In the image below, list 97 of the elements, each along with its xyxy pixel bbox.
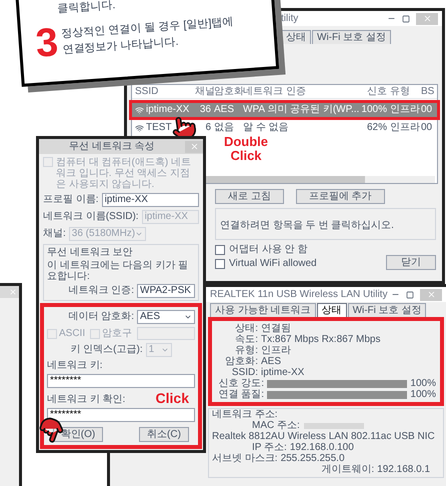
field-value: 192.168.0.100	[290, 442, 354, 453]
option-label: 암호구	[102, 328, 132, 340]
field-label: 네트워크 키:	[47, 360, 104, 371]
meter-reading: 100%	[410, 378, 436, 389]
option-label: ASCII	[59, 328, 86, 340]
field-label: 서브넷 마스크:	[212, 453, 278, 464]
close-button[interactable]	[416, 12, 438, 24]
field-label: 데이터 암호화:	[68, 311, 134, 323]
encryption-select[interactable]: AES	[137, 310, 195, 324]
table-cell-text: 36	[198, 104, 211, 116]
option-label: Virtual WiFi allowed	[229, 258, 317, 270]
close-icon	[422, 14, 432, 23]
option-label: 어댑터 사용 안 함	[229, 244, 308, 256]
network-row[interactable]: TEST 6 없음 알 수 없음 62% 인프라00	[132, 121, 437, 135]
field-label: 키 인덱스(고급):	[70, 344, 143, 356]
text-field[interactable]: iptime-XX	[102, 193, 199, 207]
group-title: 무선 네트워크 보안	[47, 247, 134, 258]
close-icon[interactable]	[9, 288, 17, 296]
status-value: AES	[261, 356, 282, 367]
table-cell-text: 인프라	[389, 122, 421, 134]
tab[interactable]: Wi-Fi 보호 설정	[348, 303, 426, 317]
column-header[interactable]: SSID	[135, 85, 195, 98]
tab[interactable]: 상태	[281, 30, 311, 44]
step-number: 3	[34, 24, 60, 62]
gesture-label: Double Click	[222, 135, 270, 163]
group-note: 이 네트워크에는 다음의 키가 필요합니다:	[47, 260, 190, 282]
tab[interactable]: 상태	[316, 303, 347, 317]
adapter-name: Realtek 8812AU Wireless LAN 802.11ac USB NIC	[212, 431, 436, 442]
column-header[interactable]: 신호	[359, 85, 387, 98]
close-icon	[190, 142, 198, 151]
field-label: 프로필 이름:	[43, 194, 99, 206]
wifi-icon	[135, 106, 144, 114]
column-header[interactable]: 유형	[387, 85, 421, 98]
table-cell: TEST	[146, 122, 172, 134]
network-row[interactable]: iptime-XX 36 AES WPA 의미 공유된 키(WP... 100% 인프라00	[132, 103, 437, 117]
field-label: IP 주소:	[252, 442, 287, 453]
action-button[interactable]: 프로필에 추가	[296, 189, 385, 204]
password-field[interactable]: ********	[47, 374, 195, 388]
checkbox[interactable]	[215, 245, 225, 255]
hint-text: 연결하려면 항목을 두 번 클릭하십시오.	[220, 220, 394, 231]
field-value: 255.255.255.0	[280, 453, 345, 464]
text-field[interactable]	[137, 327, 195, 340]
status-label: 속도:	[234, 334, 258, 345]
dialog-button[interactable]: 확인(O)	[53, 427, 103, 442]
blurred-value	[304, 422, 364, 428]
field-value: 192.168.0.1	[377, 464, 430, 475]
meter-label: 신호 강도:	[217, 378, 264, 389]
tab[interactable]: 사용 가능한 네트워크	[210, 303, 316, 317]
table-cell-text: 62%	[366, 122, 387, 134]
status-value: 연결됨	[261, 323, 291, 334]
table-cell-text: 00	[421, 104, 434, 116]
auth-select[interactable]: WPA2-PSK	[137, 284, 195, 298]
option-label: 컴퓨터 대 컴퓨터(애드혹) 네트워크 입니다. 무선 액세스 지점은 사용되지 않습니다.	[56, 157, 192, 190]
field-label: 게이트웨이:	[321, 464, 374, 475]
table-cell-text: 00	[421, 122, 434, 134]
tab[interactable]: Wi-Fi 보호 설정	[312, 30, 391, 44]
status-value: iptime-XX	[261, 367, 304, 378]
table-cell-text: 인프라	[389, 104, 421, 116]
column-header[interactable]: BS	[421, 85, 434, 98]
window-title: 무선 네트워크 속성	[69, 140, 155, 154]
table-cell: iptime-XX	[146, 104, 190, 116]
close-icon	[426, 290, 436, 299]
field-label: 네트워크 인증:	[68, 285, 134, 297]
table-cell-text: 없음	[213, 122, 235, 134]
status-label: 상태:	[234, 323, 258, 334]
field-label: 채널:	[43, 228, 66, 240]
table-cell-text: 100%	[360, 104, 387, 116]
field-label: 네트워크 키 확인:	[47, 394, 126, 405]
meter-reading: 100%	[410, 389, 436, 400]
status-value: 인프라	[261, 345, 291, 356]
field-label: 네트워크 이름(SSID):	[43, 211, 139, 223]
meter-label: 연결 품질:	[217, 389, 264, 400]
status-label: SSID:	[230, 367, 258, 378]
close-button[interactable]	[185, 140, 203, 152]
status-label: 유형:	[234, 345, 258, 356]
dialog-button[interactable]: 취소(C)	[139, 427, 189, 442]
table-cell-text: 알 수 없음	[242, 122, 290, 134]
callout-text: 정상적인 연결이 될 경우 [일반]탭에 연결정보가 나타납니다.	[60, 14, 235, 58]
gesture-label: Click	[156, 391, 190, 405]
table-cell-text: WPA 의미 공유된 키(WP...	[242, 104, 359, 116]
table-cell-text: 6	[204, 122, 211, 134]
window-title: tility	[281, 12, 298, 26]
close-button[interactable]	[420, 288, 442, 300]
maximize-icon[interactable]	[402, 14, 410, 22]
checkbox[interactable]	[215, 259, 225, 269]
password-field[interactable]: ********	[47, 408, 195, 422]
close-button[interactable]: 닫기	[386, 255, 436, 270]
window-title: REALTEK 11n USB Wireless LAN Utility	[210, 288, 388, 302]
wifi-icon	[135, 124, 144, 132]
status-value: Tx:867 Mbps Rx:867 Mbps	[261, 334, 380, 345]
action-button[interactable]: 새로 고침	[215, 189, 284, 204]
maximize-icon[interactable]	[406, 290, 414, 298]
group-title: 네트워크 주소:	[212, 409, 279, 420]
table-cell-text: AES	[213, 104, 236, 116]
callout-text: 클릭합니다.	[56, 0, 117, 18]
status-label: 암호화:	[224, 356, 258, 367]
field-label: MAC 주소:	[252, 420, 300, 431]
